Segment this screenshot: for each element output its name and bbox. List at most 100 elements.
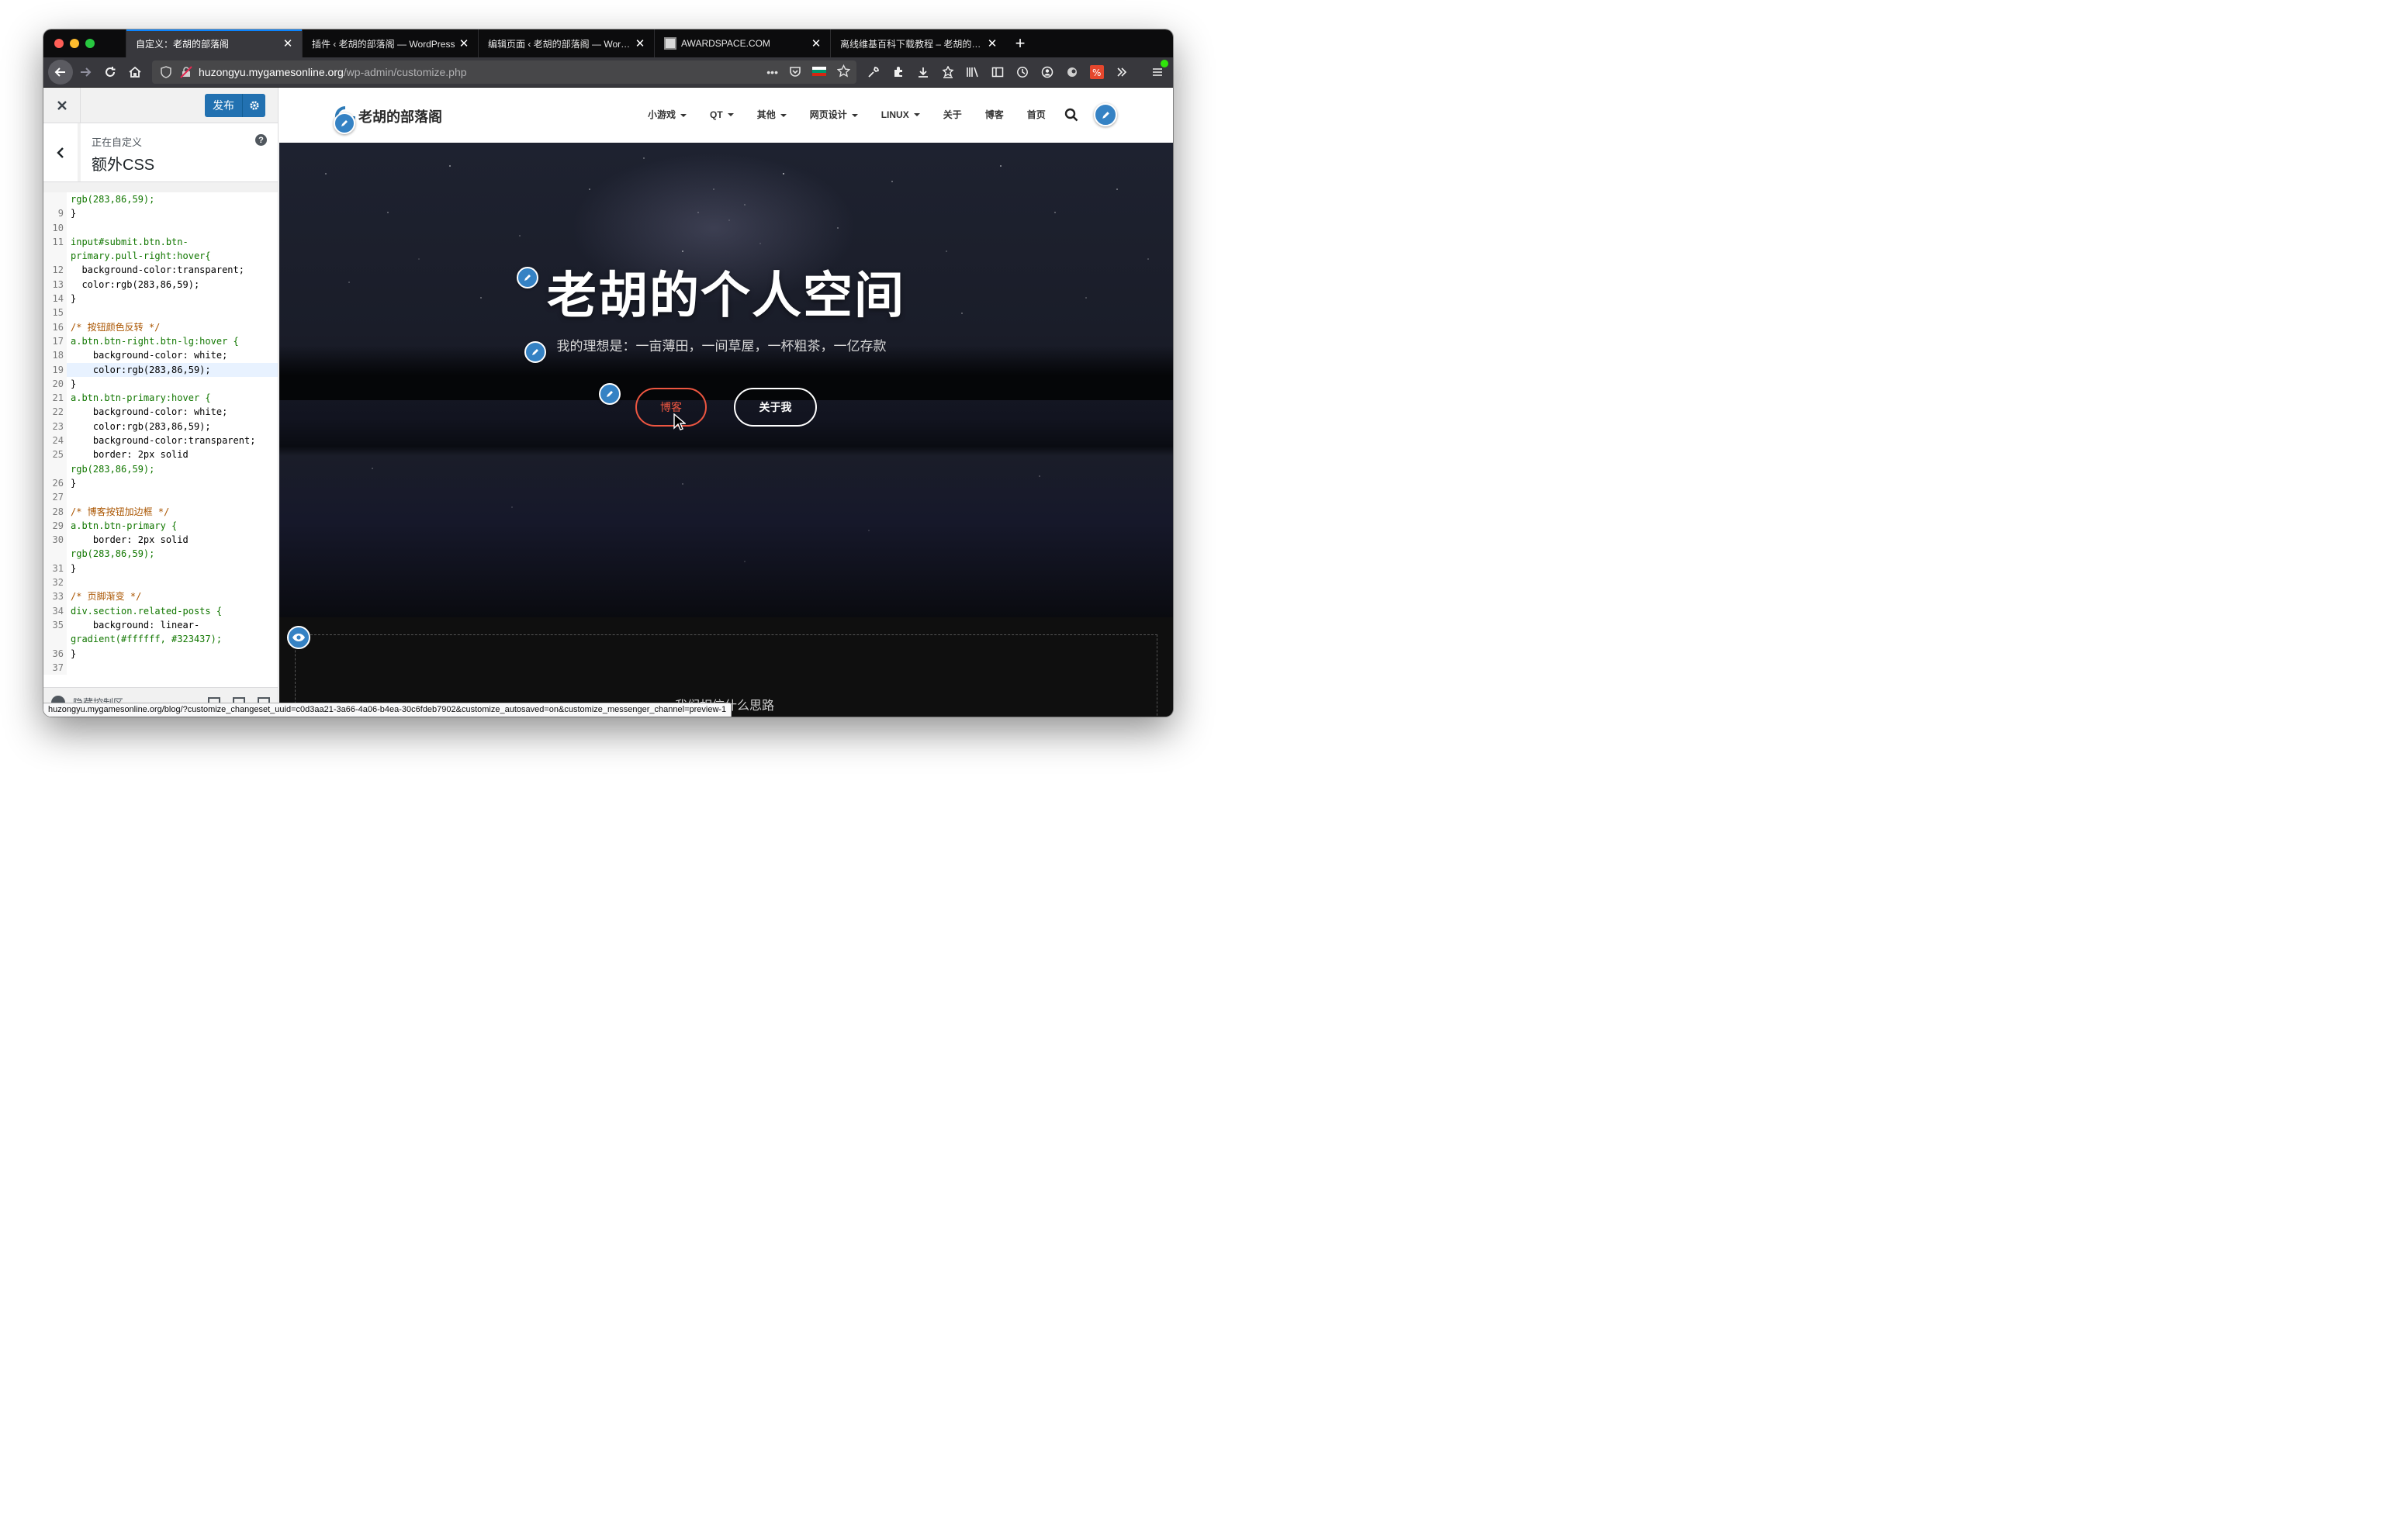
blog-button[interactable]: 博客 <box>635 388 707 427</box>
code-line[interactable]: 26} <box>43 475 278 491</box>
history-clock-icon[interactable] <box>1013 63 1032 81</box>
code-line[interactable]: 10 <box>43 220 278 235</box>
bookmark-add-icon[interactable] <box>939 63 957 81</box>
code-line[interactable]: 28 /* 博客按钮加边框 */ <box>43 504 278 519</box>
code-line[interactable]: 13 color:rgb(283,86,59); <box>43 277 278 292</box>
code-line[interactable]: 24 background-color:transparent; <box>43 434 278 448</box>
site-nav-item[interactable]: 博客 <box>974 108 1015 121</box>
code-line[interactable]: 15 <box>43 306 278 320</box>
extensions-puzzle-icon[interactable] <box>889 63 908 81</box>
site-nav-item[interactable]: 关于 <box>932 108 974 121</box>
site-nav-item[interactable]: 其他 <box>746 108 798 121</box>
site-search-button[interactable] <box>1064 108 1078 126</box>
bulgaria-flag-icon[interactable] <box>812 66 826 78</box>
close-customizer-button[interactable] <box>43 87 81 123</box>
tab-close-icon[interactable]: ✕ <box>282 36 294 50</box>
site-nav-item[interactable]: QT <box>698 109 746 120</box>
code-line[interactable]: rgb(283,86,59); <box>43 547 278 561</box>
tab-close-icon[interactable]: ✕ <box>810 36 822 50</box>
site-header: 老胡的部落阁 小游戏 QT 其他 网页设计 LINUX 关于 博客 首页 <box>279 88 1173 143</box>
code-line[interactable]: rgb(283,86,59); <box>43 192 278 207</box>
download-icon[interactable] <box>914 63 932 81</box>
new-tab-button[interactable]: + <box>1006 29 1034 57</box>
about-me-button[interactable]: 关于我 <box>734 388 817 427</box>
account-icon[interactable] <box>1038 63 1057 81</box>
tab-close-icon[interactable]: ✕ <box>634 36 646 50</box>
site-nav-item[interactable]: 首页 <box>1015 108 1057 121</box>
tab-customize[interactable]: 自定义：老胡的部落阁 ✕ <box>126 29 302 57</box>
code-line[interactable]: 33 /* 页脚渐变 */ <box>43 589 278 604</box>
close-window-button[interactable] <box>54 39 64 48</box>
code-line[interactable]: 37 <box>43 660 278 675</box>
tab-close-icon[interactable]: ✕ <box>986 36 998 50</box>
tab-wiki-tutorial[interactable]: 离线维基百科下载教程 – 老胡的部落阁 ✕ <box>830 29 1006 57</box>
wrench-icon[interactable] <box>864 63 883 81</box>
code-line[interactable]: 16 /* 按钮颜色反转 */ <box>43 320 278 334</box>
extension-percent-icon[interactable]: % <box>1088 63 1106 81</box>
code-line[interactable]: 19 color:rgb(283,86,59); <box>43 362 278 377</box>
minimize-window-button[interactable] <box>70 39 79 48</box>
code-line[interactable]: 25 border: 2px solid <box>43 447 278 462</box>
library-icon[interactable] <box>964 63 982 81</box>
url-bar[interactable]: huzongyu.mygamesonline.org/wp-admin/cust… <box>152 60 856 84</box>
site-nav-item[interactable]: LINUX <box>870 109 932 120</box>
code-line[interactable]: 29 a.btn.btn-primary { <box>43 518 278 534</box>
site-nav-label: 首页 <box>1026 109 1046 120</box>
home-button[interactable] <box>123 60 147 85</box>
tab-awardspace[interactable]: AWARDSPACE.COM ✕ <box>654 29 830 57</box>
publish-settings-button[interactable] <box>242 93 265 117</box>
reload-button[interactable] <box>98 60 123 85</box>
code-line[interactable]: 11 input#submit.btn.btn- <box>43 234 278 250</box>
bookmark-star-icon[interactable] <box>836 64 851 80</box>
section-subtitle: 正在自定义 <box>92 136 143 148</box>
code-line[interactable]: 18 background-color: white; <box>43 348 278 363</box>
section-header: 正在自定义 额外CSS ? <box>43 123 278 182</box>
page-actions-button[interactable]: ••• <box>766 66 778 78</box>
back-button[interactable] <box>48 60 73 85</box>
code-line[interactable]: 31} <box>43 561 278 576</box>
forward-button[interactable] <box>73 60 98 85</box>
code-line[interactable]: 30 border: 2px solid <box>43 533 278 548</box>
code-line[interactable]: 35 background: linear- <box>43 617 278 633</box>
code-line[interactable]: 34 div.section.related-posts { <box>43 603 278 618</box>
toggle-visibility-eye-icon[interactable] <box>287 626 310 649</box>
publish-button[interactable]: 发布 <box>205 93 242 117</box>
help-icon[interactable]: ? <box>255 134 267 146</box>
code-line[interactable]: 32 <box>43 575 278 590</box>
pocket-icon[interactable] <box>789 65 801 80</box>
tab-plugins[interactable]: 插件 ‹ 老胡的部落阁 — WordPress ✕ <box>302 29 478 57</box>
extension-ghost-icon[interactable] <box>1063 63 1081 81</box>
code-line[interactable]: 22 background-color: white; <box>43 405 278 420</box>
sidebar-toggle-icon[interactable] <box>988 63 1007 81</box>
code-line[interactable]: 36} <box>43 646 278 661</box>
back-to-panel-button[interactable] <box>43 123 81 181</box>
code-line[interactable]: 27 <box>43 490 278 505</box>
edit-buttons-pencil-icon[interactable] <box>599 383 621 405</box>
edit-logo-pencil-icon[interactable] <box>334 112 355 134</box>
css-code-editor[interactable]: rgb(283,86,59); 9} 10 11 input#submit.btn.bt… <box>43 192 278 687</box>
overflow-chevrons-icon[interactable] <box>1112 63 1131 81</box>
url-text[interactable]: huzongyu.mygamesonline.org/wp-admin/cust… <box>199 66 766 78</box>
zoom-window-button[interactable] <box>85 39 95 48</box>
svg-text:%: % <box>1092 67 1101 78</box>
code-line[interactable]: 17 a.btn.btn-right.btn-lg:hover { <box>43 333 278 349</box>
code-line[interactable]: primary.pull-right:hover{ <box>43 249 278 264</box>
code-line[interactable]: gradient(#ffffff, #323437); <box>43 632 278 647</box>
code-line[interactable]: 23 color:rgb(283,86,59); <box>43 419 278 434</box>
edit-title-pencil-icon[interactable] <box>517 267 538 288</box>
code-line[interactable]: 12 background-color:transparent; <box>43 263 278 278</box>
code-line[interactable]: rgb(283,86,59); <box>43 461 278 476</box>
code-line[interactable]: 9} <box>43 206 278 221</box>
site-nav-item[interactable]: 小游戏 <box>636 108 698 121</box>
code-line[interactable]: 20} <box>43 376 278 392</box>
shield-icon[interactable] <box>158 64 174 80</box>
code-line[interactable]: 14} <box>43 292 278 306</box>
tab-edit-page[interactable]: 编辑页面 ‹ 老胡的部落阁 — WordPress ✕ <box>478 29 654 57</box>
tab-close-icon[interactable]: ✕ <box>458 36 470 50</box>
hamburger-menu-icon[interactable] <box>1148 60 1168 81</box>
code-line[interactable]: 21 a.btn.btn-primary:hover { <box>43 391 278 406</box>
insecure-lock-icon[interactable] <box>178 64 194 80</box>
site-nav-item[interactable]: 网页设计 <box>798 108 870 121</box>
edit-menu-pencil-icon[interactable] <box>1094 103 1117 126</box>
